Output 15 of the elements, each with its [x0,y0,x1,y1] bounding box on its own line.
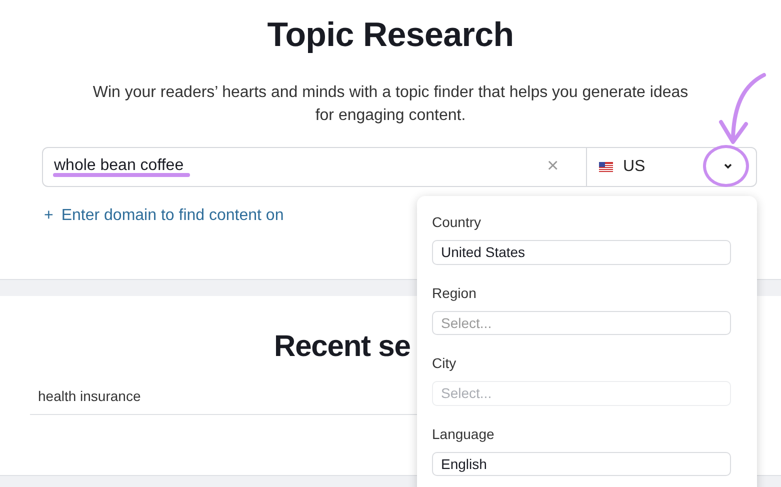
field-label: City [432,355,458,371]
field-label: Language [432,426,496,442]
highlight-circle [703,145,749,187]
search-bar[interactable]: whole bean coffee × US [42,147,757,187]
page-subtitle: Win your readers’ hearts and minds with a topic finder that helps you generate ideas for engaging content. [92,83,690,126]
flag-icon [599,162,613,172]
field-label: Region [432,284,478,300]
location-selector[interactable]: US [586,148,756,186]
select-field[interactable]: English [432,452,731,476]
section-title: Recent se [274,330,410,364]
add-domain-link[interactable]: + Enter domain to find content on [44,207,284,225]
page-title: Topic Research [267,16,514,55]
field-label: Country [432,214,482,230]
select-field[interactable]: United States [432,240,731,264]
select-field[interactable]: Select... [432,310,731,335]
